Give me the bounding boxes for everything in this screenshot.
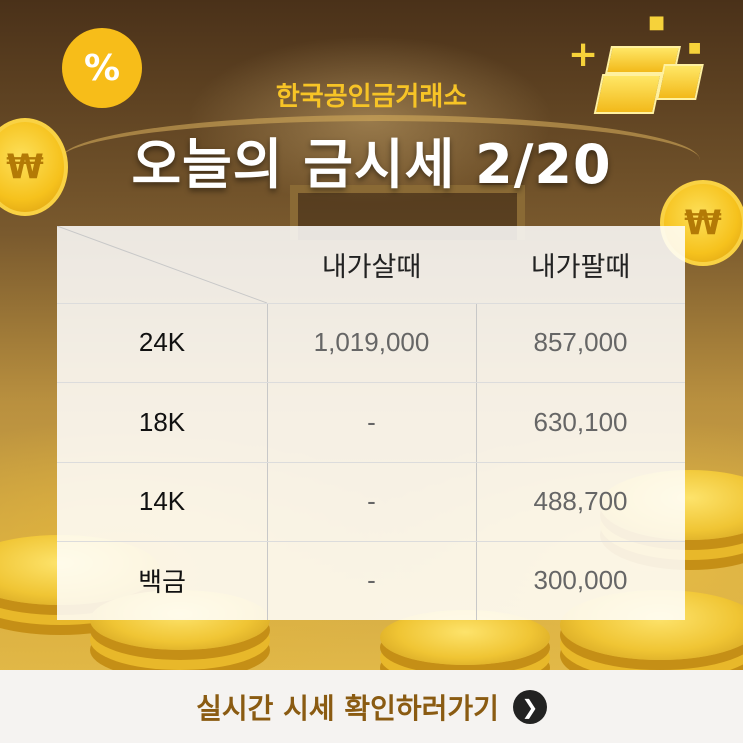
price-14k-buy: - <box>367 486 376 516</box>
page-title: 오늘의 금시세 2/20 <box>131 133 612 196</box>
price-18k-buy: - <box>367 406 376 437</box>
brand-name: 한국공인금거래소 <box>275 82 468 112</box>
column-header-buy: 내가살때 <box>321 252 422 282</box>
realtime-price-link-label: 실시간 시세 확인하러가기 <box>196 691 499 725</box>
price-18k-sell: 630,100 <box>533 406 628 437</box>
table-corner-diagonal <box>57 226 267 303</box>
column-header-sell: 내가팔때 <box>530 252 631 282</box>
row-label-platinum: 백금 <box>138 567 186 597</box>
row-label-18k: 18K <box>138 406 186 437</box>
row-label-24k: 24K <box>138 327 186 357</box>
realtime-price-link[interactable]: 실시간 시세 확인하러가기 ❯ <box>196 687 547 727</box>
price-14k-sell: 488,700 <box>533 486 628 516</box>
chevron-right-icon[interactable]: ❯ <box>512 689 547 724</box>
price-24k-sell: 857,000 <box>533 327 628 357</box>
footer-bar: 실시간 시세 확인하러가기 ❯ <box>0 670 743 743</box>
price-platinum-sell: 300,000 <box>533 565 628 595</box>
price-24k-buy: 1,019,000 <box>313 327 430 357</box>
row-label-14k: 14K <box>138 486 186 516</box>
price-table: 내가살때 내가팔때 24K 1,019,000 857,000 18K - 63… <box>57 226 685 620</box>
price-platinum-buy: - <box>367 565 376 595</box>
